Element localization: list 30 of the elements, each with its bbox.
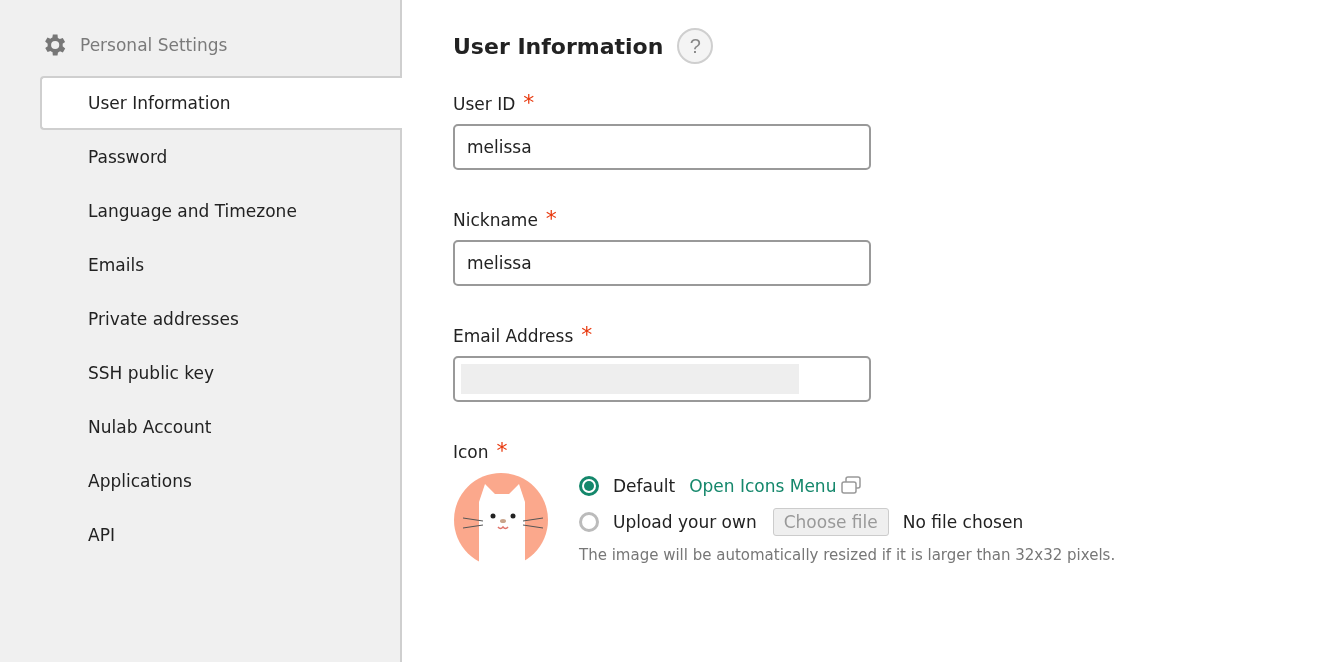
required-mark: * xyxy=(523,89,535,115)
input-field[interactable] xyxy=(453,356,871,402)
sidebar-item[interactable]: Applications xyxy=(40,454,400,508)
sidebar-item[interactable]: Language and Timezone xyxy=(40,184,400,238)
sidebar-item[interactable]: Password xyxy=(40,130,400,184)
sidebar-heading: Personal Settings xyxy=(80,35,228,55)
radio-button[interactable] xyxy=(579,476,599,496)
windows-icon xyxy=(840,476,863,496)
required-mark: * xyxy=(581,321,593,347)
sidebar-item[interactable]: Private addresses xyxy=(40,292,400,346)
field-label: Email Address xyxy=(453,326,574,346)
field-label: Icon xyxy=(453,442,489,462)
sidebar-item[interactable]: Emails xyxy=(40,238,400,292)
input-field[interactable]: melissa xyxy=(453,240,871,286)
sidebar-item[interactable]: SSH public key xyxy=(40,346,400,400)
input-field[interactable]: melissa xyxy=(453,124,871,170)
option-label: Upload your own xyxy=(613,512,757,532)
open-icons-link[interactable]: Open Icons Menu xyxy=(689,476,863,496)
field-label: Nickname xyxy=(453,210,538,230)
file-status: No file chosen xyxy=(902,512,1024,532)
sidebar-item[interactable]: User Information xyxy=(40,76,402,130)
radio-button[interactable] xyxy=(579,512,599,532)
field-label: User ID xyxy=(453,94,516,114)
option-label: Default xyxy=(613,476,676,496)
hint-text: The image will be automatically resized if it is larger than 32x32 pixels. xyxy=(579,546,1116,564)
required-mark: * xyxy=(496,437,508,463)
page-title: User Information xyxy=(453,33,664,59)
required-mark: * xyxy=(545,205,557,231)
sidebar-item[interactable]: Nulab Account xyxy=(40,400,400,454)
sidebar-item[interactable]: API xyxy=(40,508,400,562)
